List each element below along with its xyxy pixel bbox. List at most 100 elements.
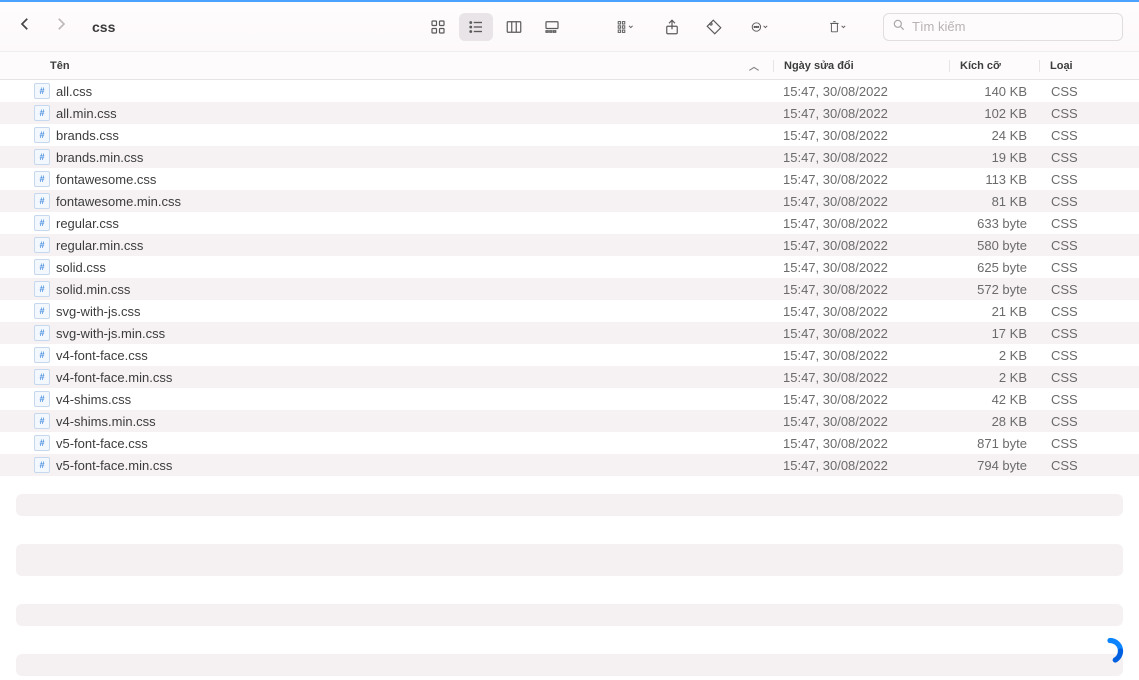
file-size-cell: 871 byte bbox=[949, 436, 1039, 451]
file-name-label: v4-font-face.min.css bbox=[56, 370, 172, 385]
css-file-icon: # bbox=[34, 215, 50, 231]
column-size[interactable]: Kích cỡ bbox=[949, 60, 1039, 72]
file-size-cell: 2 KB bbox=[949, 370, 1039, 385]
file-size-cell: 19 KB bbox=[949, 150, 1039, 165]
disclosure-icon: ▸ bbox=[18, 259, 28, 275]
file-name-cell: ▸#svg-with-js.css bbox=[0, 303, 773, 319]
file-row[interactable]: ▸#svg-with-js.min.css15:47, 30/08/202217… bbox=[0, 322, 1139, 344]
column-date[interactable]: Ngày sửa đổi bbox=[773, 60, 949, 72]
css-file-icon: # bbox=[34, 369, 50, 385]
share-button[interactable] bbox=[655, 13, 689, 41]
file-row[interactable]: ▸#v4-shims.min.css15:47, 30/08/202228 KB… bbox=[0, 410, 1139, 432]
file-name-cell: ▸ # regular.min.css bbox=[0, 237, 773, 253]
breadcrumb[interactable]: css bbox=[92, 19, 115, 35]
file-name-cell: ▸#v4-shims.min.css bbox=[0, 413, 773, 429]
disclosure-icon: ▸ bbox=[18, 391, 28, 407]
file-size-cell: 21 KB bbox=[949, 304, 1039, 319]
file-row[interactable]: ▸#v5-font-face.css15:47, 30/08/2022871 b… bbox=[0, 432, 1139, 454]
file-name-cell: ▸#solid.min.css bbox=[0, 281, 773, 297]
file-date-cell: 15:47, 30/08/2022 bbox=[773, 260, 949, 275]
file-row[interactable]: ▸#v4-font-face.min.css15:47, 30/08/20222… bbox=[0, 366, 1139, 388]
file-name-label: v4-font-face.css bbox=[56, 348, 148, 363]
file-size-cell: 625 byte bbox=[949, 260, 1039, 275]
file-name-label: regular.min.css bbox=[56, 238, 143, 253]
file-row[interactable]: ▸#regular.min.css15:47, 30/08/2022580 by… bbox=[0, 234, 1139, 256]
file-name-label: v5-font-face.min.css bbox=[56, 458, 172, 473]
file-kind-cell: CSS bbox=[1039, 260, 1139, 275]
file-row[interactable]: ▸#fontawesome.min.css15:47, 30/08/202281… bbox=[0, 190, 1139, 212]
finder-window: css bbox=[0, 2, 1139, 680]
file-name-cell: ▸#all.min.css bbox=[0, 105, 773, 121]
css-file-icon: # bbox=[34, 83, 50, 99]
column-view-button[interactable] bbox=[497, 13, 531, 41]
column-name[interactable]: Tên ︿ bbox=[0, 58, 773, 73]
file-list[interactable]: ▸#all.css15:47, 30/08/2022140 KBCSS▸#all… bbox=[0, 80, 1139, 486]
search-box[interactable] bbox=[883, 13, 1123, 41]
column-date-label: Ngày sửa đổi bbox=[784, 60, 854, 72]
column-name-label: Tên bbox=[50, 60, 70, 72]
css-file-icon: # bbox=[34, 237, 50, 253]
file-name-label: v5-font-face.css bbox=[56, 436, 148, 451]
icon-view-button[interactable] bbox=[421, 13, 455, 41]
sort-ascending-icon: ︿ bbox=[749, 58, 759, 73]
file-date-cell: 15:47, 30/08/2022 bbox=[773, 304, 949, 319]
column-kind[interactable]: Loại bbox=[1039, 60, 1139, 72]
file-size-cell: 2 KB bbox=[949, 348, 1039, 363]
file-row[interactable]: ▸#v5-font-face.min.css15:47, 30/08/20227… bbox=[0, 454, 1139, 476]
file-name-cell: ▸#v4-font-face.min.css bbox=[0, 369, 773, 385]
file-size-cell: 580 byte bbox=[949, 238, 1039, 253]
group-by-button[interactable] bbox=[605, 13, 647, 41]
file-row[interactable]: ▸#v4-shims.css15:47, 30/08/202242 KBCSS bbox=[0, 388, 1139, 410]
disclosure-icon: ▸ bbox=[18, 435, 28, 451]
file-size-cell: 140 KB bbox=[949, 84, 1039, 99]
back-button[interactable] bbox=[16, 15, 34, 39]
file-date-cell: 15:47, 30/08/2022 bbox=[773, 392, 949, 407]
file-date-cell: 15:47, 30/08/2022 bbox=[773, 172, 949, 187]
file-date-cell: 15:47, 30/08/2022 bbox=[773, 414, 949, 429]
file-row[interactable]: ▸#fontawesome.css15:47, 30/08/2022113 KB… bbox=[0, 168, 1139, 190]
file-kind-cell: CSS bbox=[1039, 194, 1139, 209]
file-kind-cell: CSS bbox=[1039, 216, 1139, 231]
disclosure-icon: ▸ bbox=[18, 237, 28, 253]
file-row[interactable]: ▸#svg-with-js.css15:47, 30/08/202221 KBC… bbox=[0, 300, 1139, 322]
disclosure-icon: ▸ bbox=[18, 215, 28, 231]
file-name-cell: ▸#svg-with-js.min.css bbox=[0, 325, 773, 341]
disclosure-icon: ▸ bbox=[18, 83, 28, 99]
disclosure-icon: ▸ bbox=[18, 457, 28, 473]
css-file-icon: # bbox=[34, 325, 50, 341]
file-name-cell: ▸#v5-font-face.css bbox=[0, 435, 773, 451]
file-row[interactable]: ▸#solid.css15:47, 30/08/2022625 byteCSS bbox=[0, 256, 1139, 278]
forward-button[interactable] bbox=[52, 15, 70, 39]
file-name-cell: ▸#brands.css bbox=[0, 127, 773, 143]
file-name-label: solid.css bbox=[56, 260, 106, 275]
file-size-cell: 633 byte bbox=[949, 216, 1039, 231]
file-row[interactable]: ▸#all.css15:47, 30/08/2022140 KBCSS bbox=[0, 80, 1139, 102]
nav-arrows bbox=[16, 15, 70, 39]
file-name-cell: ▸#fontawesome.min.css bbox=[0, 193, 773, 209]
file-kind-cell: CSS bbox=[1039, 84, 1139, 99]
tags-button[interactable] bbox=[697, 13, 731, 41]
search-input[interactable] bbox=[912, 19, 1114, 34]
file-row[interactable]: ▸#regular.css15:47, 30/08/2022633 byteCS… bbox=[0, 212, 1139, 234]
disclosure-icon: ▸ bbox=[18, 413, 28, 429]
file-row[interactable]: ▸#solid.min.css15:47, 30/08/2022572 byte… bbox=[0, 278, 1139, 300]
css-file-icon: # bbox=[34, 303, 50, 319]
placeholder-bar bbox=[16, 544, 1123, 576]
trash-menu-button[interactable] bbox=[817, 13, 859, 41]
file-name-label: all.min.css bbox=[56, 106, 117, 121]
file-row[interactable]: ▸#brands.min.css15:47, 30/08/202219 KBCS… bbox=[0, 146, 1139, 168]
file-row[interactable]: ▸#v4-font-face.css15:47, 30/08/20222 KBC… bbox=[0, 344, 1139, 366]
file-name-label: svg-with-js.css bbox=[56, 304, 141, 319]
file-name-label: regular.css bbox=[56, 216, 119, 231]
file-date-cell: 15:47, 30/08/2022 bbox=[773, 106, 949, 121]
list-view-button[interactable] bbox=[459, 13, 493, 41]
file-row[interactable]: ▸#all.min.css15:47, 30/08/2022102 KBCSS bbox=[0, 102, 1139, 124]
gallery-view-button[interactable] bbox=[535, 13, 569, 41]
action-menu-button[interactable] bbox=[739, 13, 781, 41]
file-row[interactable]: ▸#brands.css15:47, 30/08/202224 KBCSS bbox=[0, 124, 1139, 146]
file-kind-cell: CSS bbox=[1039, 106, 1139, 121]
file-size-cell: 42 KB bbox=[949, 392, 1039, 407]
disclosure-icon: ▸ bbox=[18, 347, 28, 363]
file-size-cell: 572 byte bbox=[949, 282, 1039, 297]
placeholder-bar bbox=[16, 604, 1123, 626]
